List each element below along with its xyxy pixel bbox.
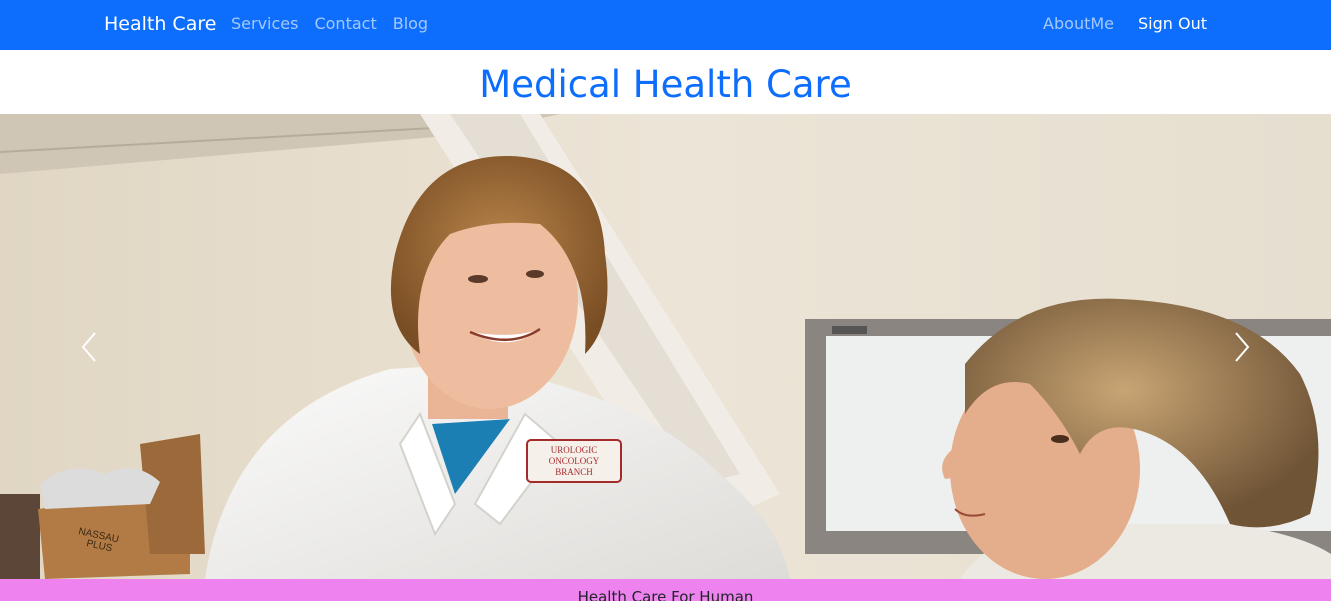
nav-link-contact[interactable]: Contact (314, 13, 376, 35)
page-title: Medical Health Care (479, 63, 852, 106)
carousel-next-button[interactable] (1151, 114, 1331, 579)
footer-text: Health Care For Human (577, 588, 754, 601)
chevron-left-icon (81, 331, 96, 362)
nav-left-group: Services Contact Blog (231, 13, 428, 35)
nav-link-services[interactable]: Services (231, 13, 298, 35)
chevron-right-icon (1235, 331, 1250, 362)
carousel-slide-image: NASSAU PLUS UROLOGIC ONCOLOGY BRANCH (0, 114, 1331, 579)
doctor-badge-line1: UROLOGIC (551, 445, 598, 455)
svg-text:ONCOLOGY: ONCOLOGY (549, 456, 600, 466)
carousel-prev-button[interactable] (0, 114, 180, 579)
footer-bar: Health Care For Human (0, 579, 1331, 601)
nav-link-aboutme[interactable]: AboutMe (1043, 13, 1114, 35)
nav-link-blog[interactable]: Blog (393, 13, 428, 35)
top-navbar: Health Care Services Contact Blog AboutM… (0, 0, 1331, 50)
svg-text:BRANCH: BRANCH (555, 467, 593, 477)
brand-link[interactable]: Health Care (104, 12, 216, 36)
nav-right-group: AboutMe Sign Out (1043, 13, 1207, 35)
image-carousel: NASSAU PLUS UROLOGIC ONCOLOGY BRANCH (0, 114, 1331, 579)
nav-link-sign-out[interactable]: Sign Out (1138, 13, 1207, 35)
